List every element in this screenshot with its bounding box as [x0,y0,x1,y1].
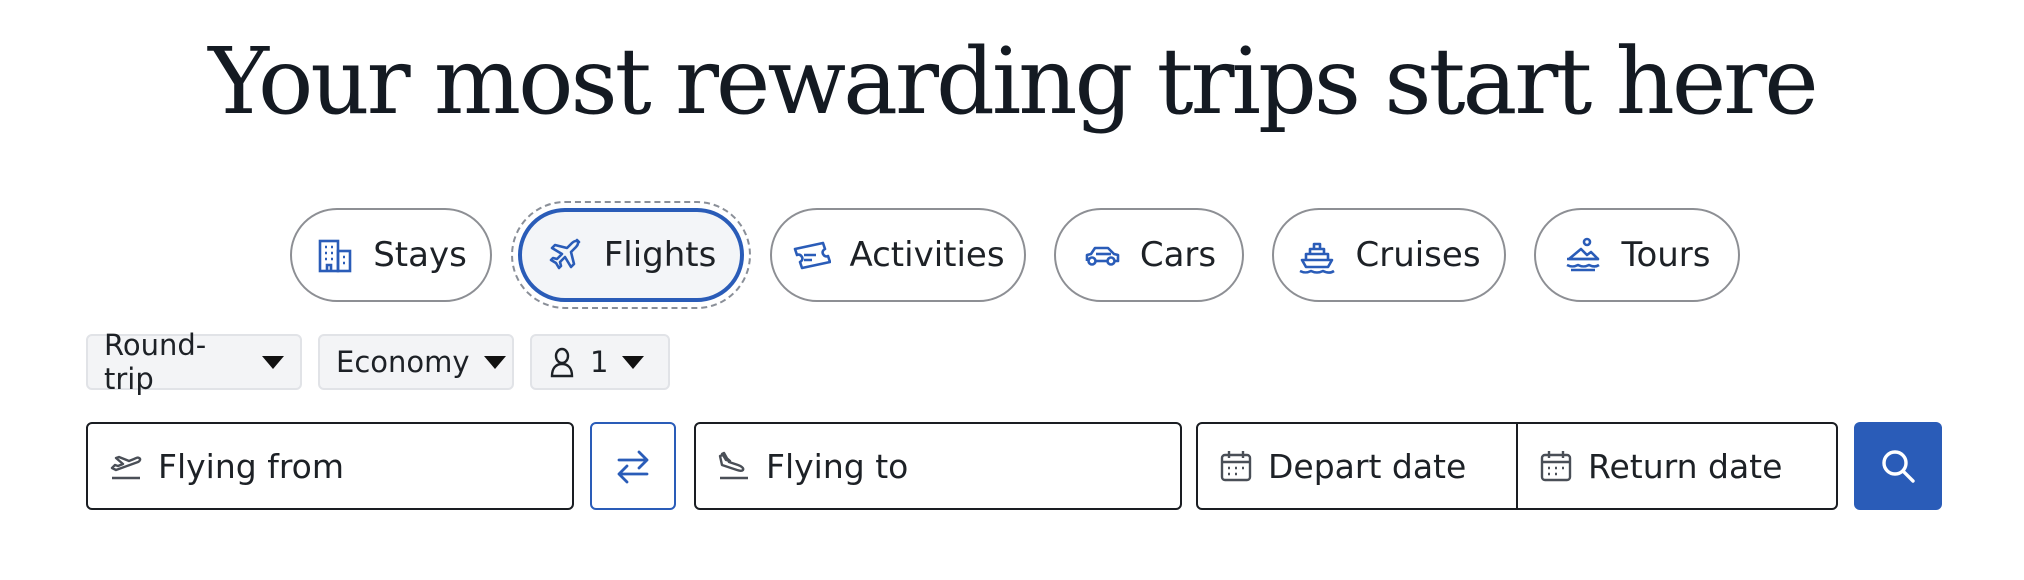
tab-label: Activities [849,235,1005,275]
travelers-dropdown[interactable]: 1 [530,334,670,390]
hotel-building-icon [315,235,355,275]
calendar-icon [1540,451,1572,482]
caret-down-icon [483,355,506,369]
cruise-ship-icon [1297,235,1337,275]
tab-tours[interactable]: Tours [1534,208,1740,302]
tab-stays[interactable]: Stays [290,208,492,302]
depart-date-input[interactable]: Depart date [1198,424,1516,508]
tab-label: Stays [373,235,467,275]
swap-arrows-icon [617,450,649,484]
travelers-value: 1 [590,345,609,379]
calendar-icon [1220,451,1252,482]
trip-type-dropdown[interactable]: Round-trip [86,328,302,396]
cabin-class-value: Economy [336,345,470,379]
trip-type-value: Round-trip [104,328,207,396]
tab-flights[interactable]: Flights [511,201,751,309]
caret-down-icon [622,355,645,369]
tab-cars[interactable]: Cars [1054,208,1244,302]
page-headline: Your most rewarding trips start here [208,28,1818,135]
airplane-icon [546,235,586,275]
search-button[interactable] [1854,422,1942,510]
swap-locations-button[interactable] [590,422,676,510]
caret-down-icon [262,355,284,369]
tab-label: Flights [603,235,717,275]
tab-activities[interactable]: Activities [770,208,1026,302]
tab-label: Tours [1621,235,1711,275]
flying-to-placeholder: Flying to [766,446,909,486]
ticket-icon [791,235,832,275]
tab-label: Cruises [1355,235,1481,275]
search-icon [1882,450,1915,483]
tour-boat-icon [1563,235,1603,275]
takeoff-icon [110,455,142,480]
landing-icon [718,451,748,480]
return-date-input[interactable]: Return date [1516,424,1836,508]
date-range-picker: Depart date Return date [1196,422,1838,510]
tab-label: Cars [1139,235,1217,275]
car-icon [1082,235,1122,275]
return-date-placeholder: Return date [1588,446,1783,486]
flying-from-placeholder: Flying from [158,446,344,486]
depart-date-placeholder: Depart date [1268,446,1467,486]
person-icon [550,347,574,378]
flying-to-input[interactable]: Flying to [694,422,1182,510]
cabin-class-dropdown[interactable]: Economy [318,334,514,390]
tab-cruises[interactable]: Cruises [1272,208,1506,302]
flying-from-input[interactable]: Flying from [86,422,574,510]
